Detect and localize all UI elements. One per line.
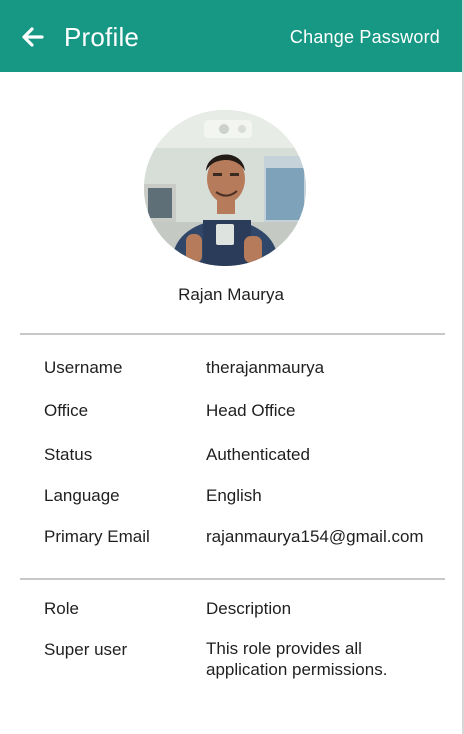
- office-label: Office: [44, 401, 89, 420]
- change-password-button[interactable]: Change Password: [290, 25, 440, 49]
- profile-avatar: [144, 110, 306, 266]
- app-toolbar: Profile Change Password: [0, 0, 462, 72]
- language-label: Language: [44, 486, 120, 505]
- role-column-header: Role: [44, 599, 79, 618]
- status-label: Status: [44, 445, 93, 464]
- primary-email-value: rajanmaurya154@gmail.com: [206, 527, 424, 546]
- status-value: Authenticated: [206, 445, 310, 464]
- roles-divider: [20, 578, 445, 580]
- language-value: English: [206, 486, 262, 505]
- username-label: Username: [44, 358, 123, 377]
- back-button[interactable]: [18, 22, 48, 52]
- profile-name: Rajan Maurya: [178, 285, 284, 304]
- primary-email-label: Primary Email: [44, 527, 150, 546]
- office-value: Head Office: [206, 401, 296, 420]
- page-title: Profile: [64, 22, 140, 52]
- description-column-header: Description: [206, 599, 292, 618]
- username-value: therajanmaurya: [206, 358, 325, 377]
- role-description: This role provides all application permi…: [206, 639, 388, 679]
- profile-screen: Profile Change Password Rajan Maurya Use…: [0, 0, 464, 734]
- role-name: Super user: [44, 640, 128, 659]
- arrow-left-icon: [18, 22, 48, 52]
- profile-details-divider: [20, 333, 445, 335]
